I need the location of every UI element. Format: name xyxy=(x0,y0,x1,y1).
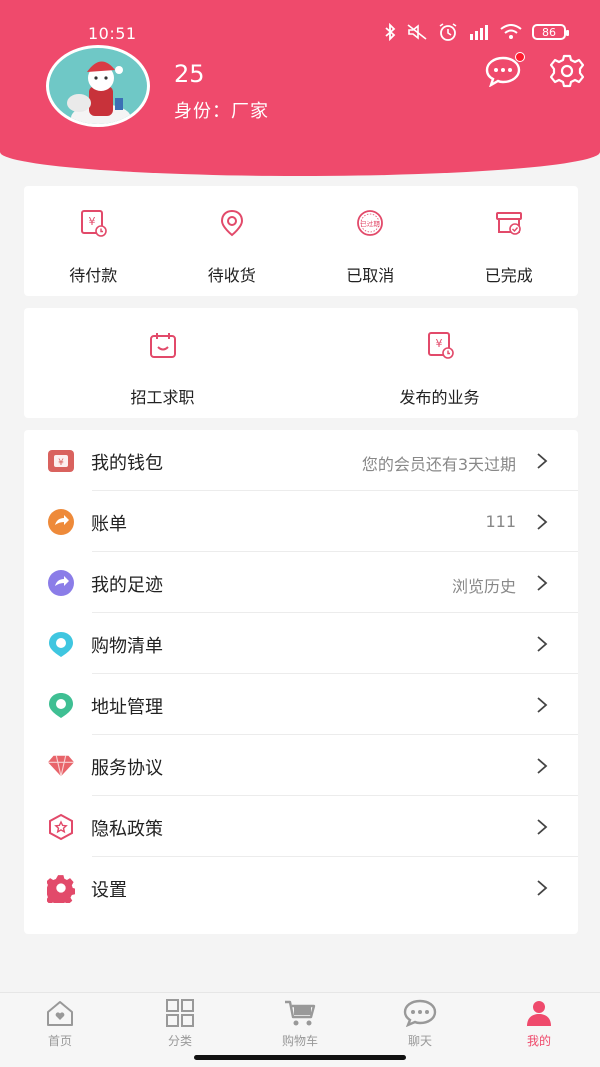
chevron-right-icon xyxy=(537,514,548,530)
settings-gear-icon xyxy=(549,54,585,88)
menu-wallet[interactable]: ¥ 我的钱包 您的会员还有3天过期 xyxy=(24,430,578,491)
home-indicator xyxy=(194,1055,406,1060)
order-label: 待收货 xyxy=(207,266,256,285)
order-status-card: ¥ 待付款 待收货 已过期 已取消 已完成 xyxy=(24,186,578,296)
tab-home[interactable]: 首页 xyxy=(20,993,100,1053)
svg-text:¥: ¥ xyxy=(89,215,96,228)
tab-label: 聊天 xyxy=(407,1034,432,1048)
menu-label: 地址管理 xyxy=(91,697,163,718)
completed-box-icon xyxy=(495,212,522,235)
menu-privacy-policy[interactable]: 隐私政策 xyxy=(24,796,578,857)
menu-label: 账单 xyxy=(91,514,127,535)
recruitment-entry[interactable]: 招工求职 xyxy=(24,308,301,418)
business-label: 招工求职 xyxy=(130,388,195,407)
menu-label: 购物清单 xyxy=(91,636,163,657)
menu-label: 服务协议 xyxy=(91,758,163,779)
tab-chat[interactable]: 聊天 xyxy=(380,993,460,1053)
tab-cart[interactable]: 购物车 xyxy=(260,993,340,1053)
cart-icon xyxy=(283,998,317,1028)
menu-value: 浏览历史 xyxy=(451,577,516,596)
order-cancelled[interactable]: 已过期 已取消 xyxy=(301,186,440,296)
order-pending-payment[interactable]: ¥ 待付款 xyxy=(24,186,163,296)
profile-header: 10:51 86 25 身份：厂家 xyxy=(0,0,600,176)
wifi-icon xyxy=(500,24,522,40)
chevron-right-icon xyxy=(537,697,548,713)
tab-label: 分类 xyxy=(167,1034,192,1048)
profile-icon xyxy=(522,998,556,1028)
notification-dot xyxy=(515,52,525,62)
menu-label: 我的钱包 xyxy=(91,453,163,474)
menu-service-agreement[interactable]: 服务协议 xyxy=(24,735,578,796)
mute-icon xyxy=(406,23,428,41)
tab-label: 首页 xyxy=(47,1034,72,1048)
order-label: 已取消 xyxy=(346,266,395,285)
address-pin-icon xyxy=(47,691,75,719)
svg-text:已过期: 已过期 xyxy=(361,219,381,228)
home-icon xyxy=(43,998,77,1028)
tab-label: 我的 xyxy=(526,1034,551,1048)
location-pin-icon xyxy=(220,209,243,237)
chevron-right-icon xyxy=(537,819,548,835)
calendar-smile-icon xyxy=(149,333,176,358)
payment-icon: ¥ xyxy=(81,210,108,237)
settings-button[interactable] xyxy=(549,54,585,88)
menu-shopping-list[interactable]: 购物清单 xyxy=(24,613,578,674)
order-completed[interactable]: 已完成 xyxy=(440,186,579,296)
footprint-arrow-icon xyxy=(47,569,75,597)
tab-mine[interactable]: 我的 xyxy=(499,993,579,1053)
chevron-right-icon xyxy=(537,453,548,469)
wallet-icon: ¥ xyxy=(47,447,75,475)
menu-label: 我的足迹 xyxy=(91,575,163,596)
published-business-entry[interactable]: ¥ 发布的业务 xyxy=(301,308,578,418)
chevron-right-icon xyxy=(537,636,548,652)
diamond-icon xyxy=(47,752,75,780)
privacy-shield-icon xyxy=(47,813,75,841)
user-name: 25 xyxy=(174,60,205,88)
tab-category[interactable]: 分类 xyxy=(140,993,220,1053)
menu-value: 您的会员还有3天过期 xyxy=(361,455,516,474)
chevron-right-icon xyxy=(537,575,548,591)
business-card: 招工求职 ¥ 发布的业务 xyxy=(24,308,578,418)
status-bar: 10:51 86 xyxy=(0,0,600,43)
menu-settings[interactable]: 设置 xyxy=(24,857,578,918)
menu-value: 111 xyxy=(485,512,516,531)
order-pending-receipt[interactable]: 待收货 xyxy=(163,186,302,296)
menu-label: 设置 xyxy=(91,880,127,901)
order-label: 已完成 xyxy=(484,266,533,285)
tab-label: 购物车 xyxy=(281,1034,318,1048)
alarm-icon xyxy=(438,22,458,42)
grid-icon xyxy=(163,998,197,1028)
menu-list: ¥ 我的钱包 您的会员还有3天过期 账单 111 我的足迹 浏览历史 购物清单 … xyxy=(24,430,578,934)
status-icons: 86 xyxy=(384,22,569,42)
signal-icon xyxy=(468,24,490,40)
cancelled-stamp-icon: 已过期 xyxy=(357,210,384,236)
bill-arrow-icon xyxy=(47,508,75,536)
gear-icon xyxy=(47,874,75,903)
svg-text:¥: ¥ xyxy=(58,458,64,468)
business-label: 发布的业务 xyxy=(399,388,480,407)
user-role: 身份：厂家 xyxy=(174,101,269,122)
chevron-right-icon xyxy=(537,758,548,774)
menu-label: 隐私政策 xyxy=(91,819,163,840)
battery-indicator: 86 xyxy=(532,24,569,40)
avatar[interactable] xyxy=(46,45,150,127)
menu-address[interactable]: 地址管理 xyxy=(24,674,578,735)
yuan-document-icon: ¥ xyxy=(427,332,454,359)
chevron-right-icon xyxy=(537,880,548,896)
chat-icon xyxy=(403,998,437,1028)
menu-bill[interactable]: 账单 111 xyxy=(24,491,578,552)
menu-footprint[interactable]: 我的足迹 浏览历史 xyxy=(24,552,578,613)
svg-text:¥: ¥ xyxy=(435,337,442,350)
status-time: 10:51 xyxy=(88,24,137,43)
order-label: 待付款 xyxy=(69,266,118,285)
shopping-list-icon xyxy=(47,630,75,658)
bluetooth-icon xyxy=(384,23,396,41)
